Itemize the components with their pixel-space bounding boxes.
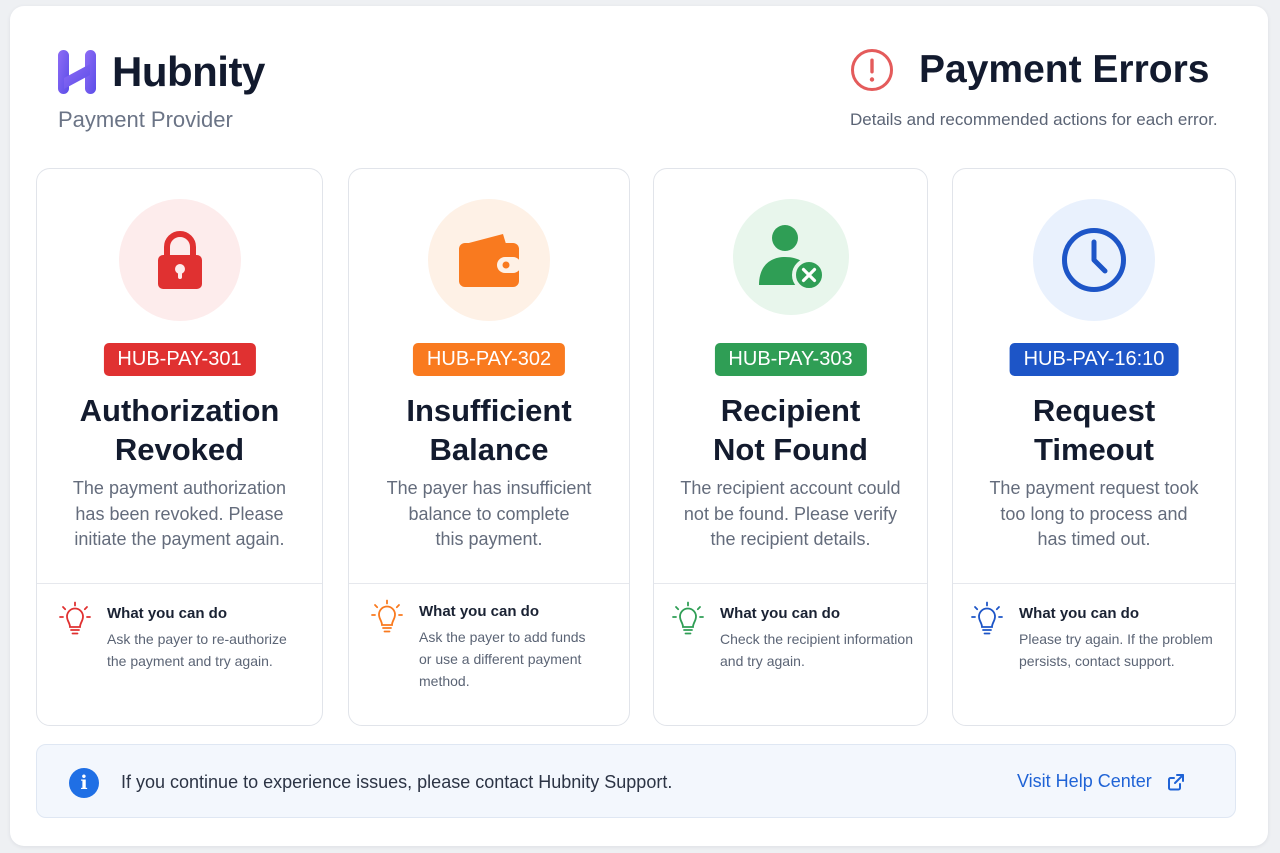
external-link-icon	[1167, 773, 1184, 790]
brand-subtitle: Payment Provider	[58, 107, 233, 132]
help-link-label: Visit Help Center	[1017, 771, 1152, 791]
user-remove-icon-circle	[732, 199, 849, 315]
wallet-icon	[459, 234, 521, 287]
lightbulb-icon	[971, 601, 1003, 635]
error-description: The payment authorization has been revok…	[72, 478, 287, 549]
clock-icon-circle	[1033, 199, 1155, 321]
page-title: Payment Errors	[919, 48, 1210, 91]
error-description: The payment request took too long to pro…	[989, 478, 1199, 549]
brand: Hubnity	[56, 48, 265, 96]
error-title: Insufficient Balance	[406, 393, 572, 467]
tip-text: Check the recipient information and try …	[720, 631, 913, 669]
recommendation: What you can do Please try again. If the…	[971, 601, 1221, 672]
lightbulb-icon	[672, 601, 704, 635]
visit-help-center-link[interactable]: Visit Help Center	[1017, 771, 1186, 792]
page-subtitle: Details and recommended actions for each…	[850, 110, 1218, 129]
lock-icon-circle	[118, 199, 241, 321]
error-description: The payer has insufficient balance to co…	[386, 478, 592, 549]
error-code-badge: HUB-PAY-302	[412, 343, 566, 376]
tip-text: Please try again. If the problem persist…	[1019, 631, 1213, 669]
brand-name: Hubnity	[112, 48, 265, 95]
error-card-insufficient-balance: HUB-PAY-302 Insufficient Balance The pay…	[348, 168, 630, 726]
recommendation: What you can do Ask the payer to re-auth…	[59, 601, 308, 672]
tip-text: Ask the payer to add funds or use a diff…	[419, 629, 586, 689]
user-remove-icon	[758, 225, 826, 292]
wallet-icon-circle	[428, 199, 550, 321]
alert-circle-icon	[851, 49, 893, 91]
error-title: Recipient Not Found	[713, 393, 868, 467]
error-card-recipient-not-found: HUB-PAY-303 Recipient Not Found The reci…	[653, 168, 928, 726]
recommendation: What you can do Check the recipient info…	[672, 601, 913, 672]
tip-text: Ask the payer to re-authorize the paymen…	[107, 631, 287, 669]
support-message: If you continue to experience issues, pl…	[121, 772, 673, 792]
hubnity-logo-icon	[58, 50, 96, 94]
lightbulb-icon	[371, 599, 403, 633]
error-card-authorization-revoked: HUB-PAY-301 Authorization Revoked The pa…	[36, 168, 323, 726]
error-code-badge: HUB-PAY-303	[714, 343, 867, 376]
error-title: Request Timeout	[1032, 393, 1156, 467]
error-title: Authorization Revoked	[79, 393, 280, 467]
error-description: The recipient account could not be found…	[680, 478, 901, 549]
card-divider	[953, 583, 1235, 584]
card-divider	[37, 583, 322, 584]
error-card-request-timeout: HUB-PAY-16:10 Request Timeout The paymen…	[952, 168, 1236, 726]
error-code-badge: HUB-PAY-16:10	[1009, 343, 1179, 376]
lightbulb-icon	[59, 601, 91, 635]
app-frame: Hubnity Payment Provider Payment Errors …	[10, 6, 1268, 846]
clock-icon	[1062, 228, 1126, 292]
tip-title: What you can do	[107, 605, 227, 622]
card-divider	[654, 583, 927, 584]
support-banner: i If you continue to experience issues, …	[36, 744, 1236, 818]
error-code-badge: HUB-PAY-301	[103, 343, 256, 376]
tip-title: What you can do	[1019, 605, 1139, 622]
page-header: Payment Errors	[850, 48, 1209, 92]
recommendation: What you can do Ask the payer to add fun…	[371, 599, 615, 692]
card-divider	[349, 583, 629, 584]
info-icon: i	[69, 768, 99, 798]
tip-title: What you can do	[419, 603, 539, 620]
lock-icon	[157, 231, 202, 289]
tip-title: What you can do	[720, 605, 840, 622]
